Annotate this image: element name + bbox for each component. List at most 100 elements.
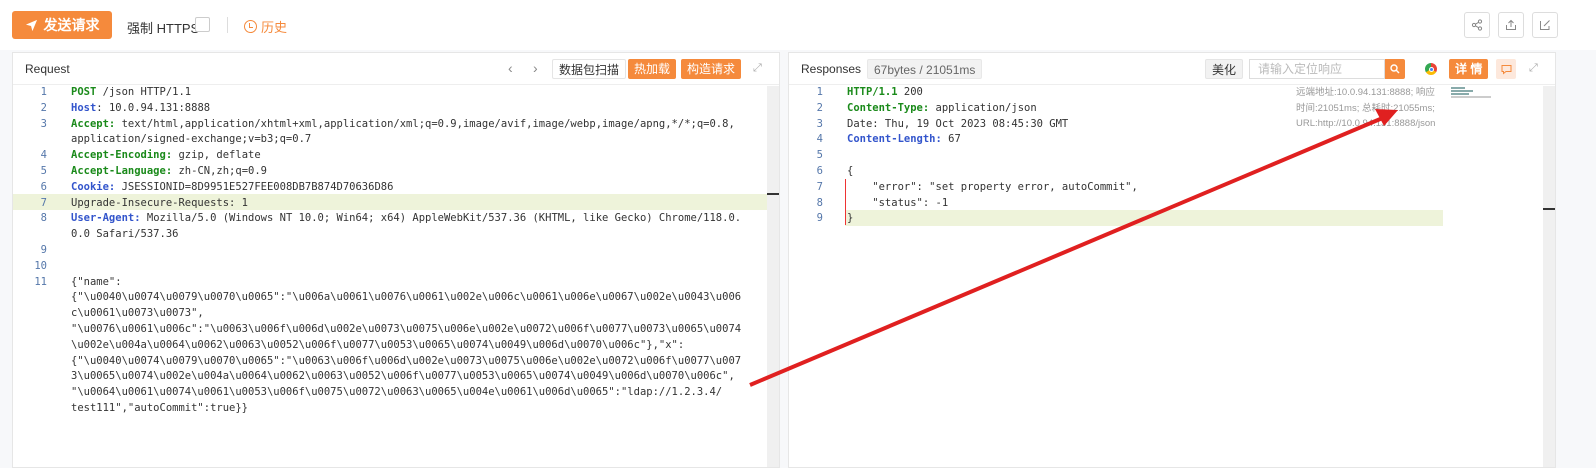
header-value: 3\u0065\u0074\u002e\u004a\u0064\u0062\u0… [71,370,735,383]
line-number: 7 [816,180,823,193]
code-line: Content-Length: 67 [847,133,961,145]
divider [227,17,228,33]
code-line: test111","autoCommit":true}} [71,402,248,414]
code-line: {"\u0040\u0074\u0079\u0070\u0065":"\u006… [71,355,741,367]
response-scroll-thumb[interactable] [1543,208,1555,210]
line-number: 10 [34,259,47,272]
line-number: 1 [816,86,823,98]
response-header: Responses 67bytes / 21051ms 美化 请输入定位响应 详… [789,53,1555,85]
line-number: 3 [40,117,47,130]
header-key: HTTP/1.1 [847,86,898,98]
line-number: 7 [40,196,47,209]
line-number: 5 [40,165,47,177]
code-line: POST /json HTTP/1.1 [71,86,191,98]
code-line: HTTP/1.1 200 [847,86,923,98]
header-key: Host [71,101,97,114]
header-value: "\u0076\u0061\u006c":"\u0063\u006f\u006d… [71,323,742,335]
edit-icon [1540,20,1550,30]
force-https-checkbox[interactable] [195,17,210,32]
expand-icon[interactable]: ⤢ [1529,62,1541,74]
build-request-button[interactable]: 构造请求 [681,59,742,79]
request-scroll-thumb[interactable] [767,193,779,195]
header-key: Accept-Encoding: [71,149,173,162]
header-value: /json HTTP/1.1 [96,86,192,98]
header-value: Upgrade-Insecure-Requests: 1 [71,196,249,209]
response-size-badge: 67bytes / 21051ms [867,59,983,79]
header-value: 67 [941,133,961,146]
code-line: Accept-Language: zh-CN,zh;q=0.9 [71,165,267,177]
fold-guide [845,179,846,225]
code-line: {"\u0040\u0074\u0079\u0070\u0065":"\u006… [71,291,741,303]
top-toolbar: 发送请求 强制 HTTPS 历史 [0,0,1596,50]
code-line: Date: Thu, 19 Oct 2023 08:45:30 GMT [847,118,1068,130]
request-panel: Request ‹ › 数据包扫描 热加载 构造请求 ⤢ 1 POST /json… [12,52,780,468]
code-line: "\u0076\u0061\u006c":"\u0063\u006f\u006d… [71,323,741,335]
line-number: 2 [40,101,47,114]
header-value: : 10.0.94.131:8888 [96,101,211,114]
comment-icon [1501,64,1511,75]
code-line: "\u0064\u0061\u0074\u0061\u0053\u006f\u0… [71,386,722,398]
code-line: "error": "set property error, autoCommit… [847,181,1138,193]
request-scrollbar[interactable] [767,86,779,467]
response-panel: Responses 67bytes / 21051ms 美化 请输入定位响应 详… [788,52,1556,468]
chevron-right-icon[interactable]: › [533,60,538,76]
code-line: 0.0 Safari/537.36 [71,228,178,240]
code-line: Cookie: JSESSIONID=8D9951E527FEE008DB7B8… [71,181,393,193]
detail-button[interactable]: 详 情 [1449,59,1489,79]
line-number: 4 [816,133,823,146]
hot-load-button[interactable]: 热加载 [628,59,677,79]
timing-info: 时间:21051ms; 总耗时:21055ms; [1296,102,1435,114]
response-scrollbar[interactable] [1543,86,1555,467]
beautify-button[interactable]: 美化 [1205,59,1244,79]
history-button[interactable]: 历史 [244,17,287,36]
send-icon [25,19,37,31]
line-number: 6 [816,165,823,177]
share-button[interactable] [1464,12,1490,38]
send-request-button[interactable]: 发送请求 [12,11,112,39]
packet-scan-button[interactable]: 数据包扫描 [552,59,627,79]
request-header: Request ‹ › 数据包扫描 热加载 构造请求 ⤢ [13,53,779,85]
export-button[interactable] [1498,12,1524,38]
header-value: zh-CN,zh;q=0.9 [172,165,267,177]
line-number: 11 [34,275,47,288]
comment-button[interactable] [1496,59,1516,79]
search-button[interactable] [1385,59,1405,79]
header-value: application/signed-exchange;v=b3;q=0.7 [71,133,312,146]
clock-icon [244,20,257,33]
code-line: Content-Type: application/json [847,102,1037,114]
header-key: Accept: [71,117,116,130]
remote-address-info: 远端地址:10.0.94.131:8888; 响应 [1296,87,1435,98]
history-label: 历史 [261,20,288,35]
line-number: 1 [40,86,47,98]
header-value: Mozilla/5.0 (Windows NT 10.0; Win64; x64… [140,212,742,225]
line-number: 5 [816,149,823,162]
line-number: 9 [816,212,823,225]
minimap[interactable] [1451,87,1491,101]
request-title: Request [25,62,70,76]
code-line: Upgrade-Insecure-Requests: 1 [71,197,248,209]
header-value: "status": -1 [847,196,949,209]
line-number: 2 [816,101,823,114]
edit-button[interactable] [1532,12,1558,38]
header-value: test111","autoCommit":true}} [71,402,249,414]
chrome-icon[interactable] [1424,62,1438,76]
code-line: Accept: text/html,application/xhtml+xml,… [71,118,735,130]
expand-icon[interactable]: ⤢ [753,62,765,74]
line-number: 8 [816,196,823,209]
header-key: Cookie: [71,180,116,193]
header-value: application/json [929,101,1037,114]
chevron-left-icon[interactable]: ‹ [508,60,513,76]
response-search-input[interactable]: 请输入定位响应 [1249,59,1385,79]
upload-icon [1506,19,1516,30]
header-value: \u002e\u004a\u0064\u0062\u0063\u0052\u00… [71,338,685,351]
header-key: Accept-Language: [71,165,173,177]
header-value: {"\u0040\u0074\u0079\u0070\u0065":"\u006… [71,354,742,367]
header-key: POST [71,86,97,98]
code-line: Host: 10.0.94.131:8888 [71,102,210,114]
search-icon [1390,64,1400,74]
header-value: c\u0061\u0073\u0073", [71,307,204,320]
code-line: User-Agent: Mozilla/5.0 (Windows NT 10.0… [71,212,741,224]
header-value: 200 [897,86,923,98]
code-line: application/signed-exchange;v=b3;q=0.7 [71,133,311,145]
header-value: {"\u0040\u0074\u0079\u0070\u0065":"\u006… [71,291,742,304]
